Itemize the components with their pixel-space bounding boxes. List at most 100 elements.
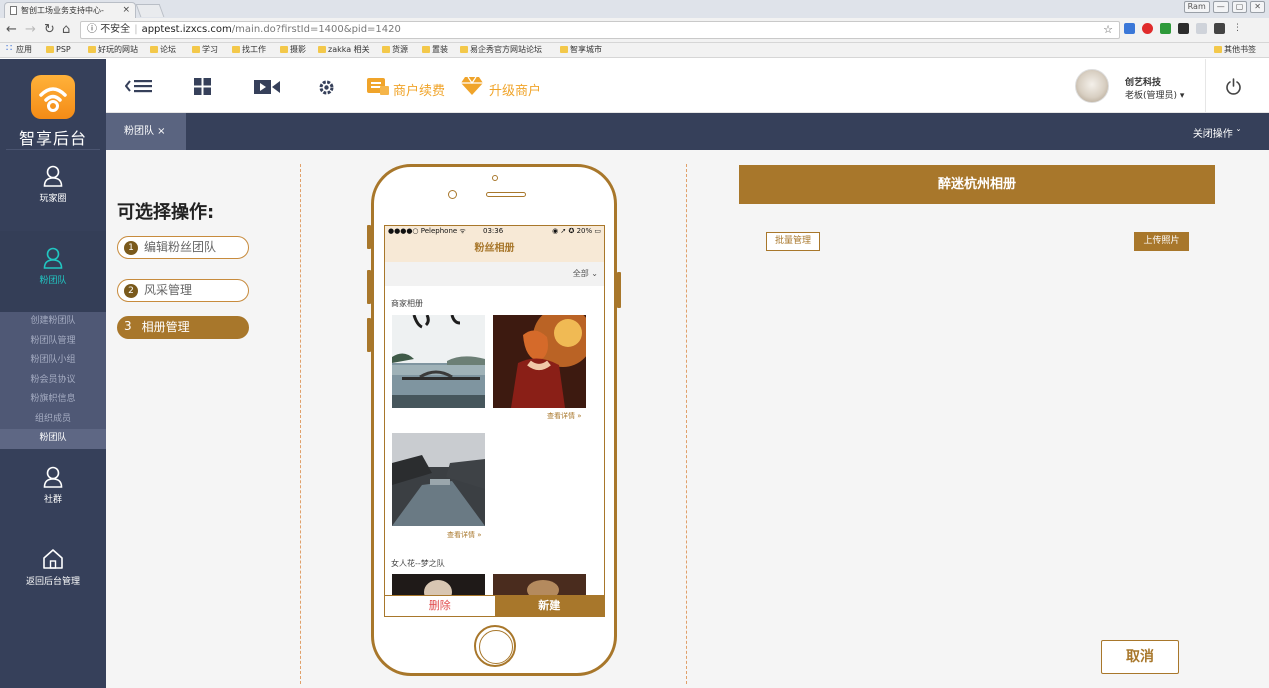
home-icon[interactable]: ⌂ xyxy=(62,22,70,37)
close-operations-dropdown[interactable]: 关闭操作 ˇ xyxy=(1193,125,1241,140)
new-tab-button[interactable] xyxy=(135,4,165,17)
url-path: /main.do?firstId=1400&pid=1420 xyxy=(231,24,401,35)
submenu-item[interactable]: 组织成员 xyxy=(0,410,106,430)
page-tabstrip: 粉团队 × 关闭操作 ˇ xyxy=(106,113,1269,150)
sidebar-item-label: 返回后台管理 xyxy=(25,577,80,587)
edit-fan-team-button[interactable]: 1 编辑粉丝团队 xyxy=(117,236,249,259)
search-extension-icon[interactable] xyxy=(1196,23,1207,34)
bookmark-item[interactable]: 论坛 xyxy=(150,43,176,57)
sidebar-item-players[interactable]: 玩家圈 xyxy=(0,165,106,225)
phone-app-title: 粉丝相册 xyxy=(385,236,604,262)
speaker-slot xyxy=(486,192,526,197)
filter-dropdown[interactable]: 全部 ⌄ xyxy=(573,269,598,278)
style-management-button[interactable]: 2 风采管理 xyxy=(117,279,249,302)
bookmark-item[interactable]: 智享城市 xyxy=(560,43,602,57)
sidebar-item-label: 粉团队 xyxy=(39,276,67,286)
extension-icon-2[interactable] xyxy=(1214,23,1225,34)
sidebar-item-community[interactable]: 社群 xyxy=(0,466,106,526)
batch-manage-button[interactable]: 批量管理 xyxy=(766,232,820,251)
submenu-item[interactable]: 粉旗帜信息 xyxy=(0,390,106,410)
browser-tab[interactable]: 智创工场业务支持中心- × xyxy=(4,2,136,18)
user-role-dropdown[interactable]: 老板(管理员) ▾ xyxy=(1125,88,1184,101)
operations-title: 可选择操作: xyxy=(117,202,215,223)
bookmark-item[interactable]: 好玩的网站 xyxy=(88,43,138,57)
sidebar-item-fan-team[interactable]: 粉团队 xyxy=(0,231,106,312)
view-details-link[interactable]: 查看详情 » xyxy=(447,530,482,540)
new-button[interactable]: 新建 xyxy=(494,596,604,616)
cancel-button[interactable]: 取消 xyxy=(1101,640,1179,674)
album-photo-partial[interactable] xyxy=(392,574,485,595)
album-filter[interactable]: 全部 ⌄ xyxy=(385,262,604,286)
wifi-logo-icon xyxy=(39,87,67,112)
bookmarks-bar: 应用 PSP 好玩的网站 论坛 学习 找工作 摄影 zakka 相关 货源 置装… xyxy=(0,43,1269,58)
album-photo-canal[interactable] xyxy=(392,433,485,526)
bookmark-item[interactable]: 货源 xyxy=(382,43,408,57)
reload-icon[interactable]: ↻ xyxy=(44,22,55,37)
phone-preview: ●●●●○ Pelephone ᯤ 03:36 ◉ ➚ ✪ 20% ▭ 粉丝相册… xyxy=(371,164,617,676)
portrait-image xyxy=(493,574,586,595)
address-bar-row: ← → ↻ ⌂ ⓘ 不安全 | apptest.izxcs.com/main.do?… xyxy=(0,18,1269,43)
bookmark-item[interactable]: zakka 相关 xyxy=(318,43,370,57)
other-bookmarks[interactable]: 其他书签 xyxy=(1214,43,1256,57)
upgrade-merchant-link[interactable]: 升级商户 xyxy=(489,80,541,99)
sidebar-item-label: 玩家圈 xyxy=(39,194,67,204)
view-details-link[interactable]: 查看详情 » xyxy=(547,411,582,421)
grid-icon[interactable] xyxy=(194,78,211,95)
album-photo-bridge[interactable] xyxy=(392,315,485,408)
forward-icon[interactable]: → xyxy=(25,22,36,37)
opera-icon[interactable] xyxy=(1142,23,1153,34)
divider xyxy=(1205,59,1206,113)
upload-photo-button[interactable]: 上传照片 xyxy=(1134,232,1189,251)
renew-merchant-link[interactable]: 商户续费 xyxy=(393,80,445,99)
user-icon xyxy=(43,247,63,269)
album-photo-warrior[interactable] xyxy=(493,315,586,408)
section-label: 商家相册 xyxy=(391,299,423,308)
browser-tab-title: 智创工场业务支持中心- xyxy=(21,6,104,15)
submenu-item[interactable]: 创建粉团队 xyxy=(0,312,106,332)
back-icon[interactable]: ← xyxy=(6,22,17,37)
brand: 智享后台 xyxy=(0,59,106,149)
url-input[interactable]: ⓘ 不安全 | apptest.izxcs.com/main.do?firstId=… xyxy=(80,21,1120,39)
submenu-item[interactable]: 粉会员协议 xyxy=(0,371,106,391)
bookmark-item[interactable]: 易企秀官方网站论坛 xyxy=(460,43,542,57)
submenu-item[interactable]: 粉团队小组 xyxy=(0,351,106,371)
status-time: 03:36 xyxy=(483,227,504,235)
submenu-item-current[interactable]: 粉团队 xyxy=(0,429,106,449)
portrait-image xyxy=(392,574,485,595)
extension-icons: ⋮ xyxy=(1124,23,1243,34)
bookmark-item[interactable]: 找工作 xyxy=(232,43,266,57)
delete-button[interactable]: 删除 xyxy=(385,596,495,616)
album-photo-partial[interactable] xyxy=(493,574,586,595)
video-icon[interactable] xyxy=(254,79,280,95)
url-insecure-label: 不安全 xyxy=(100,24,131,35)
gear-icon[interactable] xyxy=(318,79,335,96)
lake-bridge-image xyxy=(392,315,485,408)
step-number: 2 xyxy=(124,284,138,298)
user-name[interactable]: 创艺科技 xyxy=(1125,75,1161,88)
extension-icon[interactable] xyxy=(1178,23,1189,34)
avatar[interactable] xyxy=(1075,69,1109,103)
bookmark-item[interactable]: 置装 xyxy=(422,43,448,57)
tab-fan-team[interactable]: 粉团队 × xyxy=(106,113,186,150)
bookmark-item[interactable]: 摄影 xyxy=(280,43,306,57)
bookmark-item[interactable]: 学习 xyxy=(192,43,218,57)
profile-button[interactable]: Ram xyxy=(1183,1,1210,13)
bookmark-apps[interactable]: 应用 xyxy=(6,43,32,57)
power-icon[interactable] xyxy=(1225,78,1242,96)
submenu-item[interactable]: 粉团队管理 xyxy=(0,332,106,352)
minimize-button[interactable]: — xyxy=(1212,1,1229,13)
app-logo xyxy=(31,75,75,119)
translate-icon[interactable] xyxy=(1124,23,1135,34)
close-window-button[interactable]: ✕ xyxy=(1250,1,1265,13)
close-tab-icon[interactable]: × xyxy=(122,3,130,18)
url-host: apptest.izxcs.com xyxy=(141,24,232,35)
op-label: 风采管理 xyxy=(144,283,193,297)
bookmark-item[interactable]: PSP xyxy=(46,43,71,57)
maximize-button[interactable]: ▢ xyxy=(1231,1,1248,13)
bookmark-star-icon[interactable]: ☆ xyxy=(1103,22,1113,38)
arrow-extension-icon[interactable] xyxy=(1160,23,1171,34)
menu-icon[interactable]: ⋮ xyxy=(1232,23,1243,34)
collapse-menu-icon[interactable] xyxy=(125,78,153,94)
album-management-button[interactable]: 3 相册管理 xyxy=(117,316,249,339)
sidebar-item-back-admin[interactable]: 返回后台管理 xyxy=(0,548,106,608)
